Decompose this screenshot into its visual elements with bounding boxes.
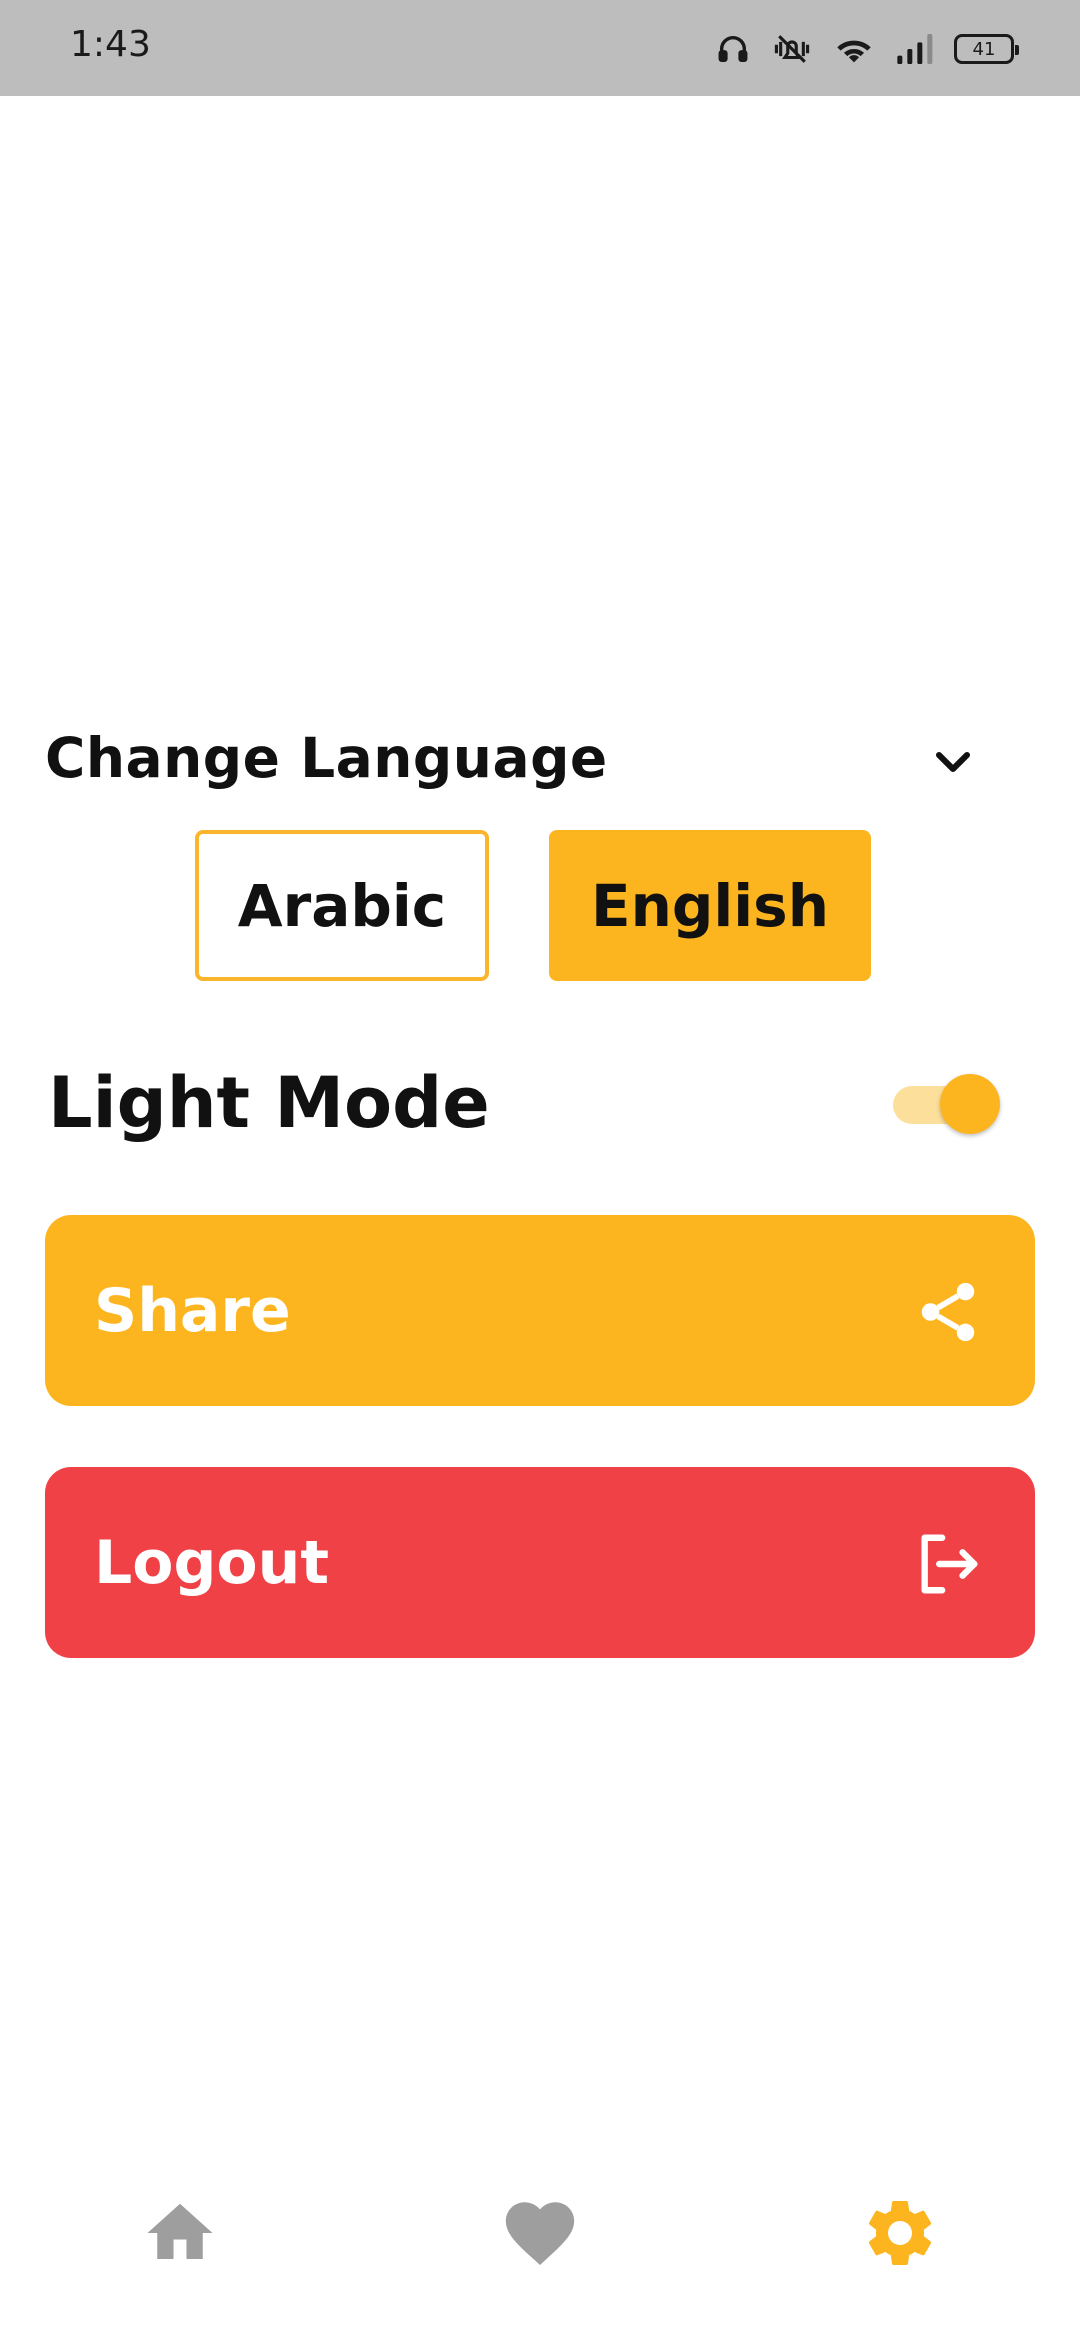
nav-home[interactable] — [135, 2190, 225, 2280]
share-label: Share — [94, 1275, 291, 1346]
light-mode-toggle[interactable] — [893, 1070, 1003, 1134]
vibrate-mute-icon — [770, 32, 814, 66]
language-section-header[interactable]: Change Language — [45, 722, 995, 794]
nav-settings[interactable] — [855, 2190, 945, 2280]
nav-favorites[interactable] — [495, 2190, 585, 2280]
battery-icon: 41 — [954, 34, 1019, 64]
headphones-icon — [716, 32, 750, 66]
share-button[interactable]: Share — [45, 1215, 1035, 1406]
toggle-thumb — [940, 1074, 1000, 1134]
gear-icon — [860, 2193, 940, 2277]
status-icons: 41 — [716, 26, 1019, 72]
bottom-navigation — [0, 2170, 1080, 2290]
wifi-icon — [834, 32, 874, 66]
home-icon — [141, 2194, 219, 2276]
status-bar: 1:43 41 — [0, 0, 1080, 96]
logout-icon — [913, 1529, 983, 1599]
language-title: Change Language — [45, 726, 608, 790]
heart-icon — [499, 2192, 581, 2278]
english-language-button[interactable]: English — [549, 830, 871, 981]
status-time: 1:43 — [70, 24, 151, 65]
signal-icon — [894, 32, 934, 66]
logout-button[interactable]: Logout — [45, 1467, 1035, 1658]
share-icon — [913, 1277, 983, 1347]
arabic-language-button[interactable]: Arabic — [195, 830, 489, 981]
chevron-down-icon[interactable] — [925, 734, 981, 790]
light-mode-label: Light Mode — [48, 1062, 490, 1144]
logout-label: Logout — [94, 1527, 330, 1598]
